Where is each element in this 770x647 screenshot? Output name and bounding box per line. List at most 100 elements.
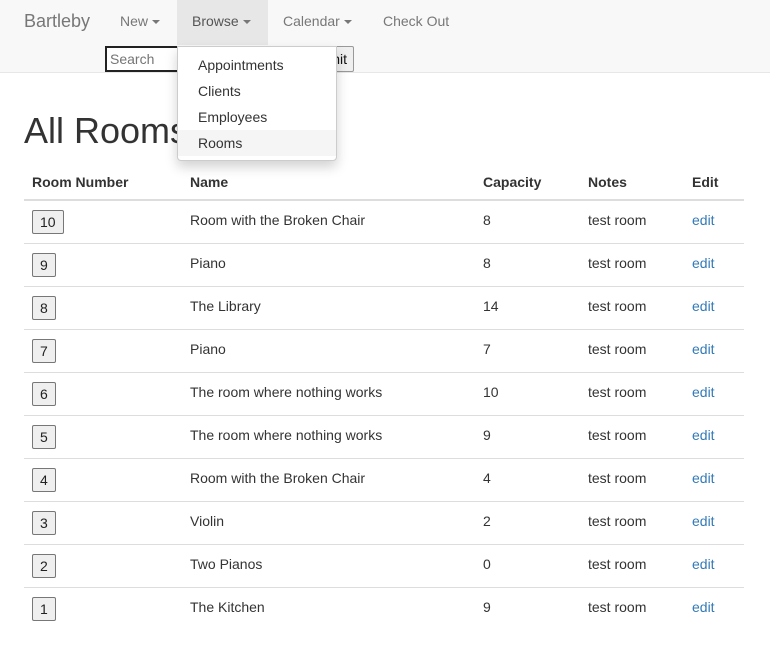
table-header-row: Room Number Name Capacity Notes Edit <box>24 164 744 201</box>
caret-down-icon <box>343 20 352 25</box>
room-number-button[interactable]: 8 <box>32 295 56 320</box>
cell-room-number: 1 <box>24 586 182 630</box>
cell-name: Room with the Broken Chair <box>190 212 366 228</box>
cell-edit: edit <box>684 285 744 329</box>
cell-notes: test room <box>580 242 684 286</box>
cell-notes: test room <box>580 371 684 415</box>
edit-link[interactable]: edit <box>692 384 715 400</box>
cell-room-number: 7 <box>24 328 182 372</box>
cell-name: The room where nothing works <box>182 371 475 415</box>
header-capacity: Capacity <box>475 164 580 201</box>
room-number-button[interactable]: 9 <box>32 252 56 277</box>
table-row: 7 Piano 7 test room edit <box>24 328 744 372</box>
room-number-button[interactable]: 7 <box>32 338 56 363</box>
cell-notes: test room <box>580 414 684 458</box>
cell-capacity: 10 <box>475 371 580 415</box>
menu-item-appointments[interactable]: Appointments <box>178 52 336 78</box>
cell-room-number: 4 <box>24 457 182 501</box>
nav-calendar[interactable]: Calendar <box>268 0 367 45</box>
cell-capacity: 9 <box>475 586 580 630</box>
cell-notes: test room <box>580 543 684 587</box>
cell-capacity: 8 <box>483 212 491 228</box>
nav-check-out[interactable]: Check Out <box>368 0 464 45</box>
cell-edit: edit <box>684 586 744 630</box>
header-room-number: Room Number <box>24 164 182 201</box>
cell-room-number: 10 <box>24 200 182 243</box>
room-number-button[interactable]: 2 <box>32 553 56 578</box>
edit-link[interactable]: edit <box>692 470 715 486</box>
edit-link[interactable]: edit <box>692 556 715 572</box>
cell-edit: edit <box>684 543 744 587</box>
cell-name: Piano <box>182 242 475 286</box>
room-number-button[interactable]: 10 <box>32 210 64 234</box>
cell-notes: test room <box>580 285 684 329</box>
cell-edit: edit <box>684 500 744 544</box>
table-row: 5 The room where nothing works 9 test ro… <box>24 414 744 458</box>
cell-edit: edit <box>684 371 744 415</box>
table-row: 8 The Library 14 test room edit <box>24 285 744 329</box>
navbar: Bartleby New Browse Calendar Check Out S… <box>0 0 770 73</box>
cell-edit: edit <box>684 457 744 501</box>
table-row: 3 Violin 2 test room edit <box>24 500 744 544</box>
cell-notes: test room <box>580 457 684 501</box>
caret-down-icon <box>242 20 251 25</box>
table-row: 4 Room with the Broken Chair 4 test room… <box>24 457 744 501</box>
rooms-table: Room Number Name Capacity Notes Edit 10 … <box>24 164 744 630</box>
edit-link[interactable]: edit <box>692 298 715 314</box>
cell-name: The room where nothing works <box>182 414 475 458</box>
edit-link[interactable]: edit <box>692 513 715 529</box>
cell-capacity: 7 <box>475 328 580 372</box>
page-title: All Rooms <box>24 110 189 151</box>
cell-edit: edit <box>684 242 744 286</box>
nav-new[interactable]: New <box>105 0 175 45</box>
nav-browse[interactable]: Browse <box>177 0 268 45</box>
cell-room-number: 3 <box>24 500 182 544</box>
header-notes: Notes <box>580 164 684 201</box>
edit-link[interactable]: edit <box>692 255 715 271</box>
cell-name: Violin <box>182 500 475 544</box>
room-number-button[interactable]: 5 <box>32 424 56 449</box>
table-row: 1 The Kitchen 9 test room edit <box>24 586 744 630</box>
cell-capacity: 0 <box>475 543 580 587</box>
cell-capacity: 8 <box>475 242 580 286</box>
cell-edit: edit <box>684 328 744 372</box>
cell-name: Piano <box>182 328 475 372</box>
room-number-button[interactable]: 3 <box>32 510 56 535</box>
edit-link[interactable]: edit <box>692 212 715 228</box>
cell-name: Room with the Broken Chair <box>182 457 475 501</box>
cell-edit: edit <box>684 200 744 243</box>
edit-link[interactable]: edit <box>692 341 715 357</box>
cell-edit: edit <box>684 414 744 458</box>
cell-capacity: 14 <box>475 285 580 329</box>
cell-notes: test room <box>588 212 647 228</box>
edit-link[interactable]: edit <box>692 599 715 615</box>
cell-notes: test room <box>580 500 684 544</box>
caret-down-icon <box>152 20 161 25</box>
cell-room-number: 2 <box>24 543 182 587</box>
nav-browse-label: Browse <box>192 13 239 29</box>
nav-check-out-label: Check Out <box>383 13 450 29</box>
room-number-button[interactable]: 6 <box>32 381 56 406</box>
cell-room-number: 8 <box>24 285 182 329</box>
edit-link[interactable]: edit <box>692 427 715 443</box>
nav-calendar-label: Calendar <box>283 13 340 29</box>
nav-new-label: New <box>120 13 149 29</box>
header-edit: Edit <box>684 164 744 201</box>
room-number-button[interactable]: 4 <box>32 467 56 492</box>
cell-name: The Library <box>182 285 475 329</box>
room-number-button[interactable]: 1 <box>32 596 56 621</box>
table-row: 9 Piano 8 test room edit <box>24 242 744 286</box>
cell-name: The Kitchen <box>182 586 475 630</box>
menu-item-rooms[interactable]: Rooms <box>178 130 336 156</box>
table-row: 10 Room with the Broken Chair 8 test roo… <box>24 200 744 243</box>
cell-room-number: 5 <box>24 414 182 458</box>
cell-capacity: 9 <box>475 414 580 458</box>
menu-item-clients[interactable]: Clients <box>178 78 336 104</box>
brand-link[interactable]: Bartleby <box>24 11 90 32</box>
cell-notes: test room <box>580 586 684 630</box>
browse-dropdown-menu: Appointments Clients Employees Rooms <box>177 46 337 161</box>
cell-capacity: 4 <box>475 457 580 501</box>
menu-item-employees[interactable]: Employees <box>178 104 336 130</box>
cell-room-number: 9 <box>24 242 182 286</box>
table-row: 6 The room where nothing works 10 test r… <box>24 371 744 415</box>
